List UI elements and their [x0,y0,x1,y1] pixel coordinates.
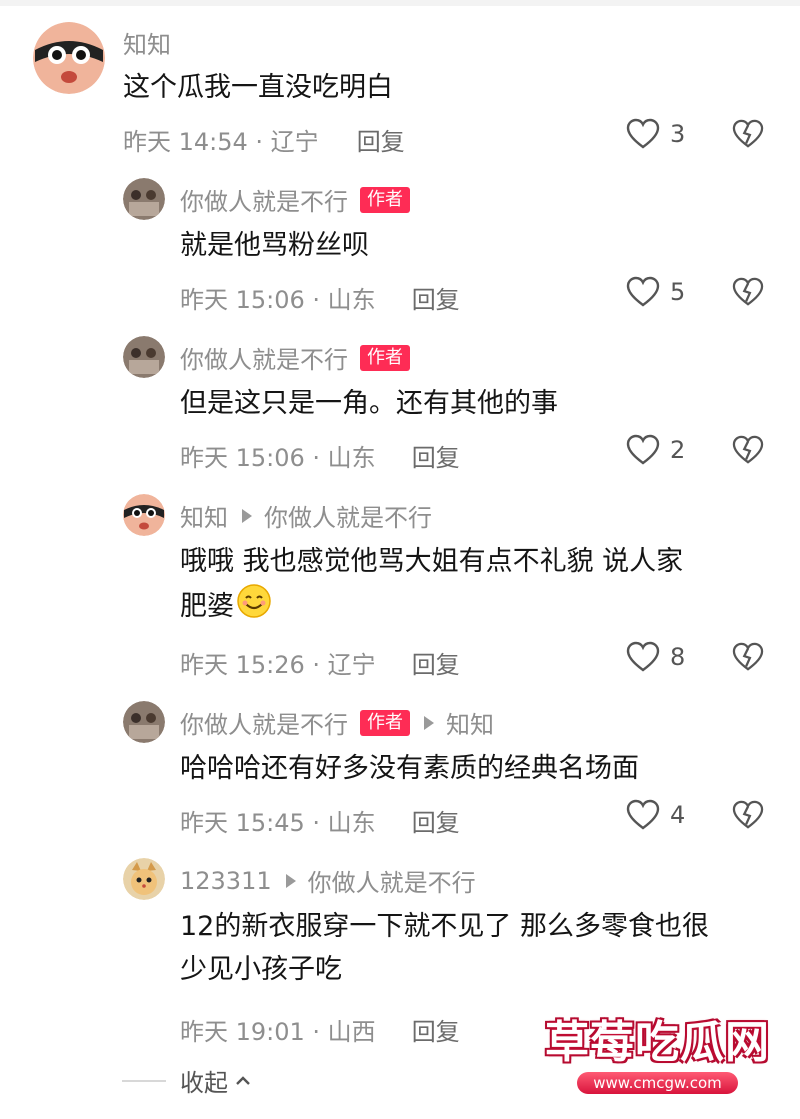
reply-button[interactable]: 回复 [412,803,460,838]
avatar[interactable] [123,701,165,743]
play-arrow-icon [242,508,252,523]
reply-button[interactable]: 回复 [412,438,460,473]
comment-header: 123311 你做人就是不行 [180,863,476,898]
timestamp-location: 昨天 19:01 · 山西 [180,1018,376,1046]
comment-meta: 昨天 15:06 · 山东 回复 [180,280,460,315]
smile-emoji-icon [236,583,272,632]
comment-header: 知知 [123,25,171,60]
comment-meta: 昨天 15:45 · 山东 回复 [180,803,460,838]
broken-heart-icon [732,800,764,829]
author-badge: 作者 [360,186,410,213]
collapse-label: 收起 [180,1069,228,1097]
comment-meta: 昨天 15:26 · 辽宁 回复 [180,645,460,680]
timestamp-location: 昨天 15:45 · 山东 [180,809,376,837]
heart-icon [626,434,660,465]
play-arrow-icon [285,873,296,888]
broken-heart-icon [732,642,764,671]
play-arrow-icon [424,715,434,730]
dislike-button[interactable] [732,119,764,153]
like-button[interactable]: 3 [626,118,688,150]
dislike-button[interactable] [732,642,764,676]
author-badge: 作者 [360,709,410,736]
like-button[interactable]: 8 [626,641,688,673]
comment-text: 12的新衣服穿一下就不见了 那么多零食也很 少见小孩子吃 [180,911,709,985]
username[interactable]: 你做人就是不行 [180,340,348,375]
watermark-title: 草莓吃瓜网 [545,1017,770,1068]
comment-text: 哈哈哈还有好多没有素质的经典名场面 [180,753,639,784]
dislike-button[interactable] [732,435,764,469]
top-divider [0,0,800,6]
comment-thread: 知知 这个瓜我一直没吃明白 昨天 14:54 · 辽宁 回复 3 你做人就是不行… [0,0,800,1119]
comment-text: 但是这只是一角。还有其他的事 [180,388,558,419]
heart-icon [626,799,660,830]
username[interactable]: 知知 [180,498,228,533]
like-count: 2 [670,436,686,464]
like-count: 5 [670,278,686,306]
reply-button[interactable]: 回复 [412,1012,460,1047]
like-button[interactable]: 5 [626,276,688,308]
author-badge: 作者 [360,344,410,371]
username[interactable]: 你做人就是不行 [180,182,348,217]
comment-meta: 昨天 15:06 · 山东 回复 [180,438,460,473]
heart-icon [626,118,660,149]
reply-to-username[interactable]: 你做人就是不行 [308,863,476,898]
broken-heart-icon [732,435,764,464]
username[interactable]: 知知 [123,25,171,60]
comment-header: 你做人就是不行 作者 [180,182,410,217]
comment-text: 这个瓜我一直没吃明白 [123,72,393,103]
username[interactable]: 123311 [180,867,272,895]
chevron-up-icon [236,1075,250,1085]
heart-icon [626,641,660,672]
timestamp-location: 昨天 15:26 · 辽宁 [180,651,376,679]
comment-text: 哦哦 我也感觉他骂大姐有点不礼貌 说人家 肥婆 [180,540,780,632]
reply-button[interactable]: 回复 [412,280,460,315]
like-count: 4 [670,801,686,829]
timestamp-location: 昨天 15:06 · 山东 [180,444,376,472]
avatar[interactable] [123,858,165,900]
username[interactable]: 你做人就是不行 [180,705,348,740]
broken-heart-icon [732,277,764,306]
comment-text: 就是他骂粉丝呗 [180,230,369,261]
site-watermark: 草莓吃瓜网 www.cmcgw.com [545,1000,770,1100]
avatar[interactable] [123,336,165,378]
timestamp-location: 昨天 15:06 · 山东 [180,286,376,314]
timestamp-location: 昨天 14:54 · 辽宁 [123,128,319,156]
collapse-replies-button[interactable]: 收起 [122,1063,252,1098]
like-button[interactable]: 2 [626,434,688,466]
avatar[interactable] [123,494,165,536]
watermark-url: www.cmcgw.com [577,1072,738,1094]
heart-icon [626,276,660,307]
broken-heart-icon [732,119,764,148]
avatar[interactable] [123,178,165,220]
reply-to-username[interactable]: 知知 [446,705,494,740]
reply-to-username[interactable]: 你做人就是不行 [264,498,432,533]
like-button[interactable]: 4 [626,799,688,831]
comment-meta: 昨天 14:54 · 辽宁 回复 [123,122,405,157]
avatar[interactable] [33,22,105,94]
collapse-divider [122,1079,166,1082]
comment-header: 知知 你做人就是不行 [180,498,432,533]
comment-header: 你做人就是不行 作者 知知 [180,705,494,740]
like-count: 3 [670,120,686,148]
comment-meta: 昨天 19:01 · 山西 回复 [180,1012,460,1047]
dislike-button[interactable] [732,800,764,834]
dislike-button[interactable] [732,277,764,311]
reply-button[interactable]: 回复 [357,122,405,157]
like-count: 8 [670,643,686,671]
reply-button[interactable]: 回复 [412,645,460,680]
comment-header: 你做人就是不行 作者 [180,340,410,375]
